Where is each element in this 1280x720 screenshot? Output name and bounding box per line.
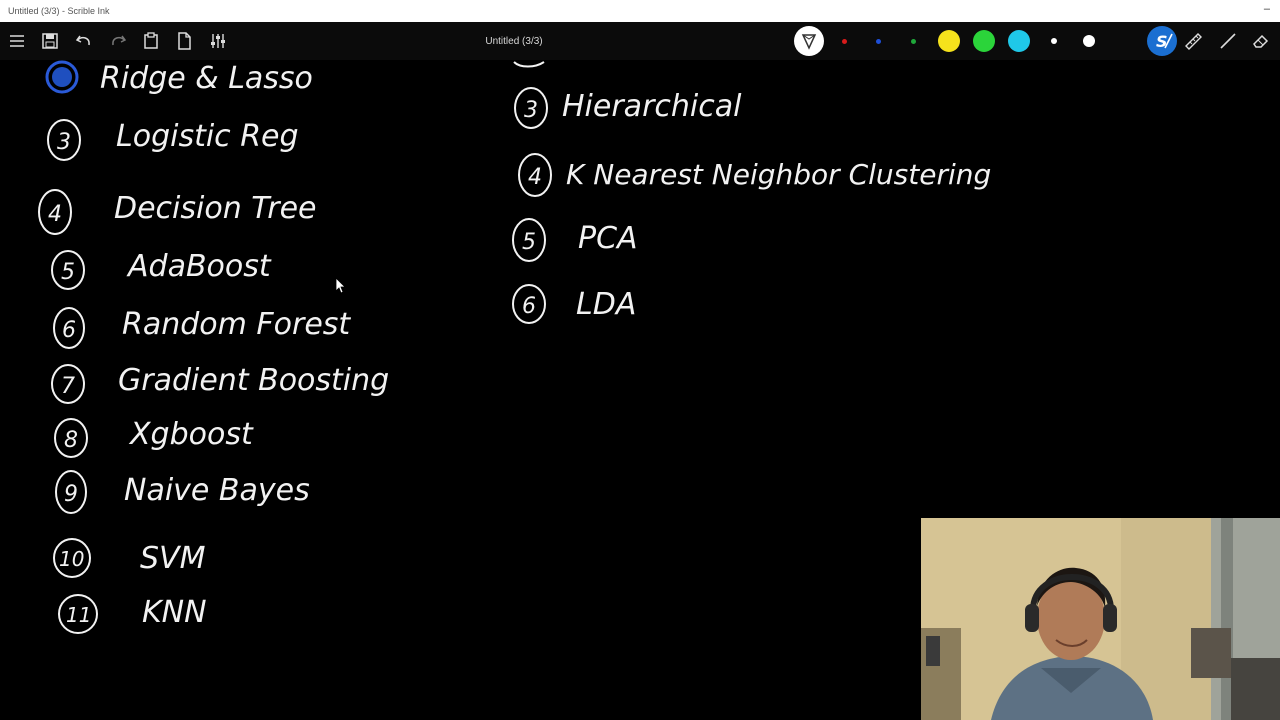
svg-text:4: 4 <box>528 165 542 190</box>
svg-text:9: 9 <box>64 482 78 507</box>
toolbar: Untitled (3/3) S <box>0 22 1280 60</box>
svg-text:Random Forest: Random Forest <box>122 307 351 342</box>
line-icon[interactable] <box>1218 31 1238 51</box>
left-item-4: 5 AdaBoost <box>51 249 272 290</box>
left-item-8: 9 Naive Bayes <box>55 470 310 514</box>
svg-text:6: 6 <box>522 294 536 319</box>
minimize-button[interactable]: – <box>1264 3 1270 15</box>
right-item-3: 5 PCA <box>512 218 638 262</box>
right-item-1: 3 Hierarchical <box>514 87 742 129</box>
svg-text:LDA: LDA <box>576 287 636 322</box>
color-cyan-swatch[interactable] <box>1008 30 1030 52</box>
svg-text:Xgboost: Xgboost <box>128 417 254 452</box>
ruler-icon[interactable] <box>1183 31 1203 51</box>
webcam-overlay <box>921 518 1280 720</box>
pen-tool-icon[interactable]: S <box>1147 26 1177 56</box>
left-item-7: 8 Xgboost <box>54 417 254 458</box>
color-green-swatch[interactable] <box>911 39 916 44</box>
pen-shape-selector-icon[interactable] <box>794 26 824 56</box>
new-page-icon[interactable] <box>174 31 194 51</box>
svg-text:5: 5 <box>522 230 536 255</box>
svg-text:3: 3 <box>57 130 71 155</box>
clipboard-icon[interactable] <box>141 31 161 51</box>
svg-text:10: 10 <box>59 547 84 571</box>
right-item-2: 4 K Nearest Neighbor Clustering <box>518 153 991 197</box>
left-item-6: 7 Gradient Boosting <box>51 363 389 404</box>
undo-icon[interactable] <box>74 31 94 51</box>
svg-text:Decision Tree: Decision Tree <box>114 191 317 226</box>
window-title: Untitled (3/3) - Scrible Ink <box>8 6 110 16</box>
window-titlebar: Untitled (3/3) - Scrible Ink – <box>0 0 1280 22</box>
partial-item-top <box>513 61 545 68</box>
settings-sliders-icon[interactable] <box>208 31 228 51</box>
presenter-video <box>921 518 1280 720</box>
redo-icon[interactable] <box>108 31 128 51</box>
left-item-2: 3 Logistic Reg <box>47 119 299 161</box>
svg-text:Gradient Boosting: Gradient Boosting <box>118 363 389 398</box>
svg-text:7: 7 <box>61 374 75 399</box>
save-icon[interactable] <box>40 31 60 51</box>
menu-icon[interactable] <box>7 31 27 51</box>
svg-text:3: 3 <box>524 98 538 123</box>
svg-text:4: 4 <box>48 202 62 227</box>
left-item-9: 10 SVM <box>53 538 206 578</box>
svg-text:AdaBoost: AdaBoost <box>126 249 272 284</box>
svg-text:PCA: PCA <box>578 221 638 256</box>
svg-text:8: 8 <box>64 428 78 453</box>
document-title: Untitled (3/3) <box>485 36 543 47</box>
svg-text:K Nearest Neighbor Clustering: K Nearest Neighbor Clustering <box>566 158 991 191</box>
color-blue-swatch[interactable] <box>876 39 881 44</box>
left-item-3: 4 Decision Tree <box>38 189 317 235</box>
svg-text:11: 11 <box>66 603 91 627</box>
svg-text:Naive Bayes: Naive Bayes <box>124 473 310 508</box>
color-lime-swatch[interactable] <box>973 30 995 52</box>
eraser-icon[interactable] <box>1251 31 1271 51</box>
svg-text:6: 6 <box>62 318 76 343</box>
svg-text:Hierarchical: Hierarchical <box>562 89 742 124</box>
color-red-swatch[interactable] <box>842 39 847 44</box>
svg-text:5: 5 <box>61 260 75 285</box>
mouse-cursor-icon <box>335 277 346 299</box>
color-white-large-swatch[interactable] <box>1083 35 1095 47</box>
right-item-4: 6 LDA <box>512 284 636 324</box>
color-white-small-swatch[interactable] <box>1051 38 1057 44</box>
left-item-1-label: Ridge & Lasso <box>100 61 313 96</box>
svg-text:Logistic Reg: Logistic Reg <box>116 119 299 154</box>
left-item-5: 6 Random Forest <box>53 307 351 349</box>
list-bullet-fill <box>52 67 72 87</box>
svg-text:SVM: SVM <box>140 541 206 576</box>
left-item-10: 11 KNN <box>58 594 207 634</box>
color-yellow-swatch[interactable] <box>938 30 960 52</box>
svg-text:KNN: KNN <box>142 595 207 630</box>
